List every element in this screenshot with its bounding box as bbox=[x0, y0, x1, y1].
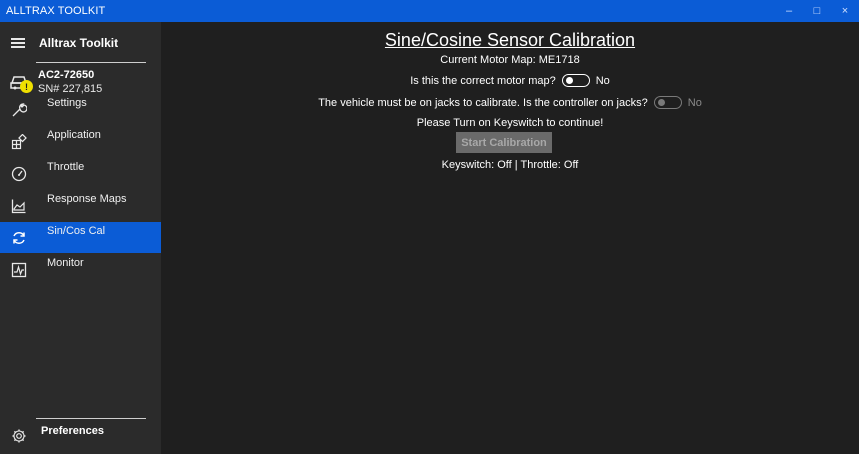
motor-map-toggle-value: No bbox=[595, 74, 610, 87]
sidebar-item-label: Sin/Cos Cal bbox=[47, 225, 106, 237]
close-button[interactable]: × bbox=[831, 0, 859, 22]
refresh-icon bbox=[13, 232, 25, 244]
motor-map-question: Is this the correct motor map? bbox=[410, 74, 556, 87]
wrench-icon bbox=[12, 103, 27, 117]
status-line: Keyswitch: Off | Throttle: Off bbox=[441, 159, 579, 171]
sidebar-item-label: Application bbox=[47, 129, 101, 141]
sidebar-item-label: Response Maps bbox=[47, 193, 127, 205]
jacks-question: The vehicle must be on jacks to calibrat… bbox=[318, 96, 648, 109]
motor-map-question-row: Is this the correct motor map? No bbox=[161, 74, 859, 87]
sidebar-title: Alltrax Toolkit bbox=[39, 36, 119, 50]
jacks-question-row: The vehicle must be on jacks to calibrat… bbox=[161, 96, 859, 109]
current-motor-map: Current Motor Map: ME1718 bbox=[440, 54, 580, 66]
application-icon bbox=[11, 134, 27, 150]
sidebar-item-label: Throttle bbox=[47, 161, 85, 173]
jacks-toggle[interactable] bbox=[653, 96, 682, 109]
warning-icon: ! bbox=[20, 80, 33, 93]
minimize-button[interactable]: – bbox=[775, 0, 803, 22]
jacks-toggle-value: No bbox=[687, 96, 702, 109]
sidebar-item-preferences[interactable]: Preferences bbox=[0, 416, 161, 454]
maximize-button[interactable]: □ bbox=[803, 0, 831, 22]
title-bar: ALLTRAX TOOLKIT – □ × bbox=[0, 0, 859, 22]
monitor-icon bbox=[11, 262, 27, 278]
gear-icon bbox=[12, 429, 26, 443]
sidebar-header: Alltrax Toolkit bbox=[0, 22, 161, 64]
sidebar-item-settings[interactable]: Settings bbox=[0, 94, 161, 125]
sidebar-item-response-maps[interactable]: Response Maps bbox=[0, 190, 161, 221]
sidebar-divider bbox=[36, 62, 146, 63]
sidebar-item-monitor[interactable]: Monitor bbox=[0, 254, 161, 285]
motor-map-toggle[interactable] bbox=[561, 74, 590, 87]
window-title: ALLTRAX TOOLKIT bbox=[6, 5, 106, 17]
sidebar: Alltrax Toolkit ! AC2-72650 SN# 227,815 … bbox=[0, 22, 161, 454]
sidebar-item-application[interactable]: Application bbox=[0, 126, 161, 157]
keyswitch-prompt: Please Turn on Keyswitch to continue! bbox=[416, 117, 604, 129]
window-controls: – □ × bbox=[775, 0, 859, 22]
device-name: AC2-72650 bbox=[38, 69, 95, 81]
main-content: Sine/Cosine Sensor Calibration Current M… bbox=[161, 22, 859, 454]
start-calibration-button[interactable]: Start Calibration bbox=[456, 132, 552, 153]
sidebar-item-label: Preferences bbox=[41, 425, 104, 437]
sidebar-item-throttle[interactable]: Throttle bbox=[0, 158, 161, 189]
sidebar-item-label: Settings bbox=[47, 97, 87, 109]
chart-icon bbox=[11, 199, 26, 214]
sidebar-item-sin-cos-cal[interactable]: Sin/Cos Cal bbox=[0, 222, 161, 253]
sidebar-item-label: Monitor bbox=[47, 257, 84, 269]
hamburger-menu-icon[interactable] bbox=[11, 38, 25, 48]
gauge-icon bbox=[11, 166, 27, 182]
page-title: Sine/Cosine Sensor Calibration bbox=[384, 30, 636, 50]
